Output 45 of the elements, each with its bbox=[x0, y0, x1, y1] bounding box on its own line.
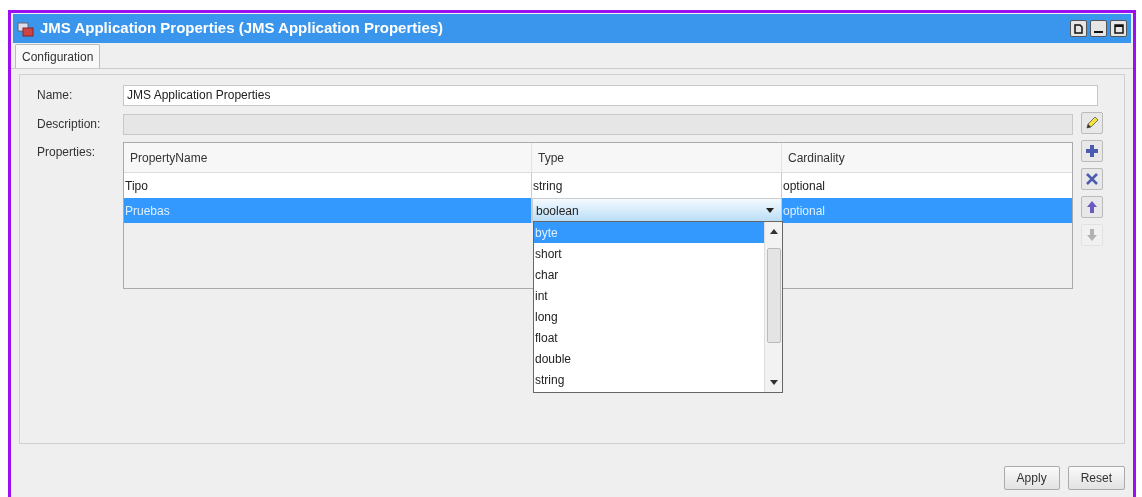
restore-button[interactable] bbox=[1070, 20, 1087, 37]
action-button[interactable]: Reset bbox=[1067, 466, 1125, 490]
pencil-icon bbox=[1084, 115, 1100, 131]
arrow-down-icon bbox=[1084, 227, 1100, 243]
scrollbar[interactable] bbox=[764, 222, 782, 392]
table-row[interactable]: Pruebas boolean optional bbox=[124, 198, 1072, 223]
up-button[interactable] bbox=[1081, 196, 1103, 218]
table-cell-text: optional bbox=[782, 202, 827, 220]
dropdown-option[interactable]: double bbox=[534, 348, 764, 369]
column-header[interactable]: PropertyName bbox=[124, 143, 532, 172]
scroll-up-icon bbox=[769, 229, 778, 234]
scroll-thumb[interactable] bbox=[766, 248, 781, 343]
column-header[interactable]: Cardinality bbox=[782, 143, 1072, 172]
description-field[interactable] bbox=[123, 113, 1073, 135]
action-button[interactable]: Apply bbox=[1003, 466, 1060, 490]
properties-label: Properties: bbox=[36, 144, 97, 161]
dropdown-option[interactable]: float bbox=[534, 327, 764, 348]
arrow-up-icon bbox=[1084, 199, 1100, 215]
dropdown-option[interactable]: char bbox=[534, 264, 764, 285]
dropdown-option[interactable]: short bbox=[534, 243, 764, 264]
description-label: Description: bbox=[36, 116, 102, 133]
window-title: JMS Application Properties (JMS Application Properties) bbox=[40, 18, 444, 39]
window-app-icon bbox=[17, 20, 35, 37]
minimize-button[interactable] bbox=[1090, 20, 1107, 37]
tab[interactable]: Configuration bbox=[15, 44, 101, 68]
dropdown-option[interactable]: long bbox=[534, 306, 764, 327]
table-cell-text: optional bbox=[782, 177, 827, 195]
name-field[interactable]: JMS Application Properties bbox=[123, 84, 1098, 106]
table-row[interactable]: Tipo string optional bbox=[124, 173, 1072, 198]
page-icon bbox=[1074, 23, 1083, 34]
name-label: Name: bbox=[36, 87, 74, 104]
type-combo-box[interactable]: boolean bbox=[532, 198, 782, 223]
minimize-icon bbox=[1094, 31, 1103, 33]
dropdown-option[interactable]: int bbox=[534, 285, 764, 306]
column-header[interactable]: Type bbox=[532, 143, 782, 172]
remove-button[interactable] bbox=[1081, 168, 1103, 190]
maximize-icon bbox=[1113, 23, 1124, 34]
scroll-down-icon bbox=[769, 380, 778, 385]
dropdown-option[interactable]: string bbox=[534, 369, 764, 390]
edit-button[interactable] bbox=[1081, 112, 1103, 134]
plus-icon bbox=[1084, 143, 1100, 159]
close-icon bbox=[1084, 171, 1100, 187]
add-button[interactable] bbox=[1081, 140, 1103, 162]
caret-icon bbox=[766, 208, 774, 213]
maximize-button[interactable] bbox=[1110, 20, 1127, 37]
